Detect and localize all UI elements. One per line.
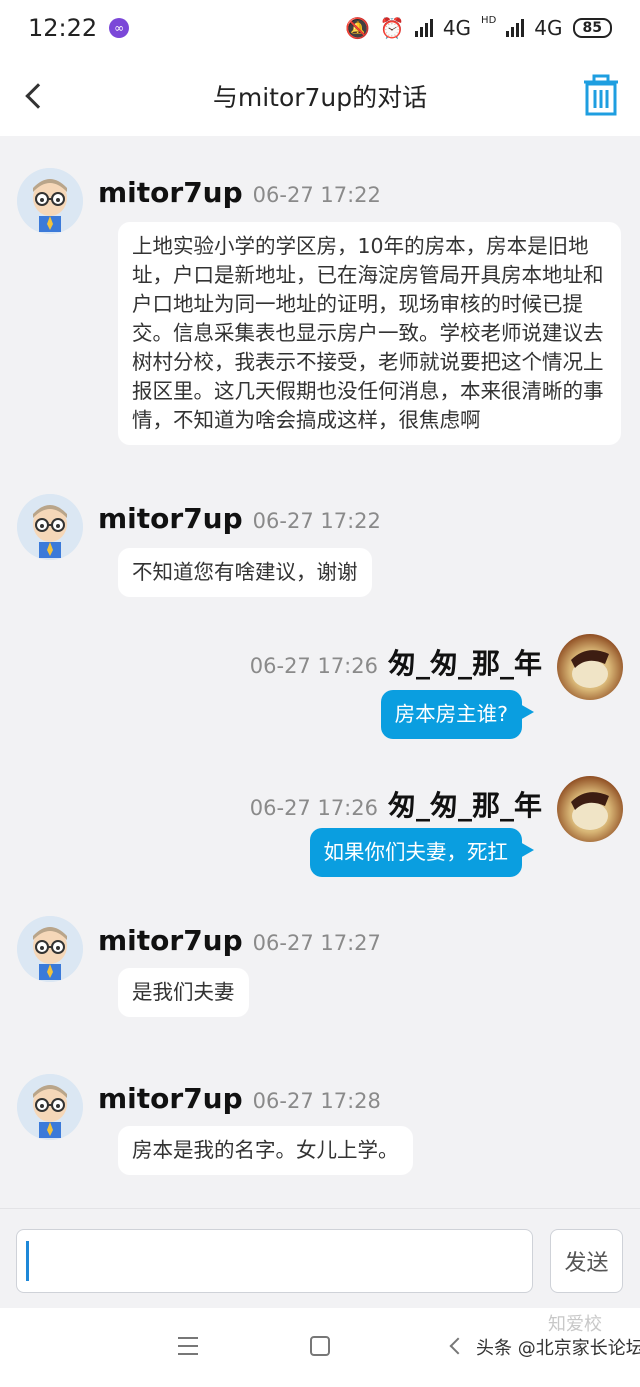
sender-name: 匆_匆_那_年: [387, 647, 542, 680]
cartoon-avatar-icon: [17, 168, 83, 234]
avatar[interactable]: [17, 494, 83, 560]
message-time: 06-27 17:22: [252, 183, 381, 207]
page-title: 与mitor7up的对话: [212, 83, 428, 112]
cartoon-avatar-icon: [17, 494, 83, 560]
signal-icon-2: [506, 19, 525, 37]
menu-icon[interactable]: [178, 1337, 198, 1355]
nav-back-icon[interactable]: [449, 1337, 467, 1355]
cartoon-avatar-icon: [17, 916, 83, 982]
sender-name: 匆_匆_那_年: [387, 789, 542, 822]
back-arrow-icon: [25, 83, 51, 109]
status-time: 12:22: [28, 14, 98, 42]
avatar[interactable]: [557, 776, 623, 842]
photo-avatar-icon: [571, 650, 609, 688]
message-incoming: mitor7up 06-27 17:22 不知道您有啥建议，谢谢: [0, 462, 640, 612]
delete-conversation-button[interactable]: [582, 74, 620, 116]
avatar[interactable]: [17, 168, 83, 234]
message-bubble[interactable]: 房本房主谁?: [380, 690, 535, 739]
back-button[interactable]: [14, 76, 54, 116]
status-left: 12:22 ∞: [28, 14, 130, 42]
message-meta: mitor7up 06-27 17:22: [98, 502, 381, 535]
message-outgoing: 06-27 17:26 匆_匆_那_年 房本房主谁?: [0, 604, 640, 744]
home-icon[interactable]: [310, 1336, 330, 1356]
status-bar: 12:22 ∞ 🔕 ⏰ 4G HD 4G 85: [0, 0, 640, 56]
photo-avatar-icon: [571, 792, 609, 830]
message-meta: 06-27 17:26 匆_匆_那_年: [250, 642, 542, 682]
send-button[interactable]: 发送: [550, 1229, 623, 1293]
hd-label: HD: [481, 14, 497, 26]
sender-name: mitor7up: [98, 924, 243, 957]
battery-indicator: 85: [572, 18, 612, 38]
sender-name: mitor7up: [98, 176, 243, 209]
message-time: 06-27 17:26: [249, 796, 378, 820]
text-caret: [26, 1241, 29, 1281]
message-incoming: mitor7up 06-27 17:22 上地实验小学的学区房，10年的房本，房…: [0, 136, 640, 466]
network-label-2: 4G: [534, 16, 563, 40]
message-time: 06-27 17:27: [252, 931, 381, 955]
alarm-icon: ⏰: [379, 16, 405, 40]
watermark-faint: 知爱校: [548, 1314, 602, 1335]
conversation-header: 与mitor7up的对话: [0, 56, 640, 136]
message-input[interactable]: [16, 1229, 533, 1293]
avatar[interactable]: [17, 916, 83, 982]
message-meta: mitor7up 06-27 17:28: [98, 1082, 381, 1115]
message-time: 06-27 17:22: [252, 509, 381, 533]
message-bubble[interactable]: 是我们夫妻: [118, 968, 249, 1017]
signal-icon-1: [414, 19, 433, 37]
message-meta: mitor7up 06-27 17:27: [98, 924, 381, 957]
message-outgoing: 06-27 17:26 匆_匆_那_年 如果你们夫妻，死扛: [0, 746, 640, 886]
message-bubble[interactable]: 房本是我的名字。女儿上学。: [118, 1126, 413, 1175]
message-incoming: mitor7up 06-27 17:27 是我们夫妻: [0, 886, 640, 1036]
message-meta: mitor7up 06-27 17:22: [98, 176, 381, 209]
sender-name: mitor7up: [98, 1082, 243, 1115]
message-time: 06-27 17:26: [249, 654, 378, 678]
message-bubble[interactable]: 上地实验小学的学区房，10年的房本，房本是旧地址，户口是新地址，已在海淀房管局开…: [118, 222, 621, 445]
cartoon-avatar-icon: [17, 1074, 83, 1140]
message-time: 06-27 17:28: [252, 1089, 381, 1113]
network-label-1: 4G: [442, 16, 472, 40]
message-incoming: mitor7up 06-27 17:28 房本是我的名字。女儿上学。: [0, 1044, 640, 1194]
message-list[interactable]: mitor7up 06-27 17:22 上地实验小学的学区房，10年的房本，房…: [0, 136, 640, 1208]
sender-name: mitor7up: [98, 502, 243, 535]
trash-icon: [584, 74, 618, 116]
status-right: 🔕 ⏰ 4G HD 4G 85: [345, 14, 612, 40]
message-bubble[interactable]: 如果你们夫妻，死扛: [309, 828, 534, 877]
message-meta: 06-27 17:26 匆_匆_那_年: [250, 784, 542, 824]
message-bubble[interactable]: 不知道您有啥建议，谢谢: [118, 548, 372, 597]
avatar[interactable]: [557, 634, 623, 700]
app-notification-icon: ∞: [109, 18, 130, 38]
compose-bar: 发送: [0, 1208, 640, 1308]
avatar[interactable]: [17, 1074, 83, 1140]
watermark: 头条 @北京家长论坛: [476, 1338, 640, 1359]
mute-icon: 🔕: [345, 16, 370, 40]
